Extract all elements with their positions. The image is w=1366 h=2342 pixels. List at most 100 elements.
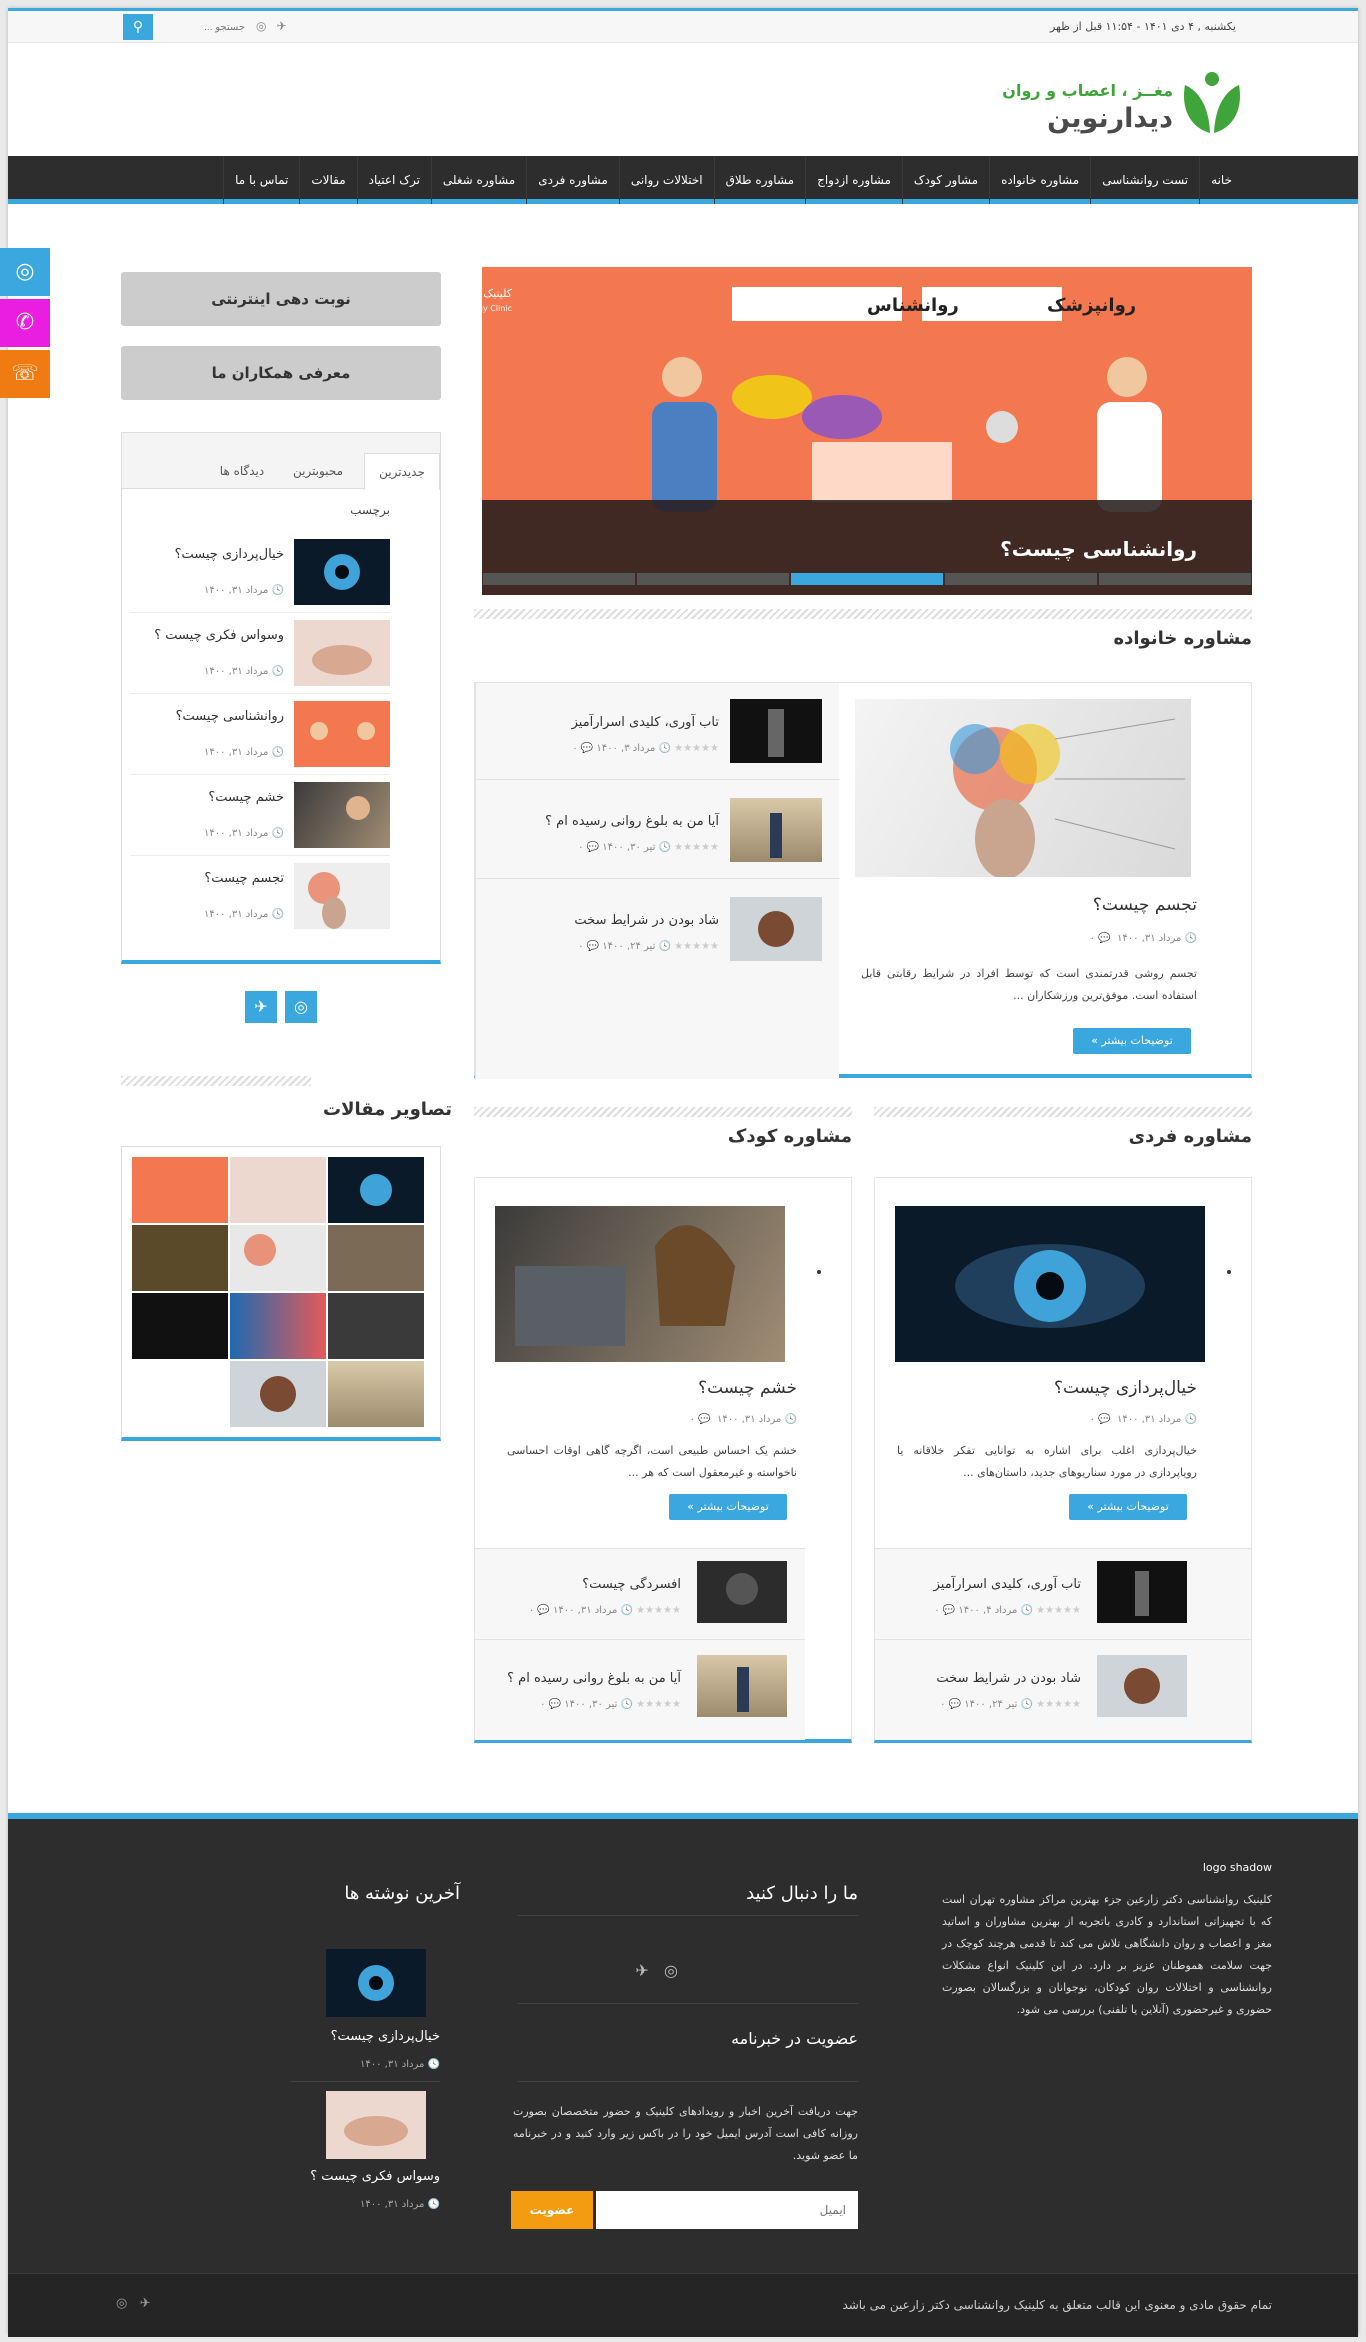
family-list-title-3[interactable]: شاد بودن در شرایط سخت — [574, 913, 719, 928]
nav-addiction[interactable]: ترک اعتیاد — [356, 156, 431, 204]
family-list-title-1[interactable]: تاب آوری، کلیدی اسرارآمیز — [572, 715, 719, 730]
sidebar-post-title[interactable]: خشم چیست؟ — [208, 790, 284, 805]
family-main-title[interactable]: تجسم چیست؟ — [1093, 895, 1197, 915]
instagram-icon[interactable]: ◎ — [0, 248, 50, 296]
sidebar-post-title[interactable]: خیال‌پردازی چیست؟ — [175, 547, 284, 562]
phone-icon[interactable]: ☏ — [0, 350, 50, 398]
nav-career[interactable]: مشاوره شغلی — [430, 156, 526, 204]
pager-dot[interactable] — [1099, 573, 1251, 585]
post-thumb[interactable] — [1097, 1561, 1187, 1623]
tab-comments[interactable]: دیدگاه ها — [204, 453, 280, 489]
child-more-button[interactable]: توضیحات بیشتر » — [669, 1494, 787, 1520]
nav-divorce[interactable]: مشاوره طلاق — [713, 156, 806, 204]
telegram-icon[interactable]: ✈ — [276, 19, 286, 33]
slide-dot[interactable] — [817, 1270, 821, 1274]
sidebar-post[interactable]: وسواس فکری چیست ؟ 🕓 مرداد ۳۱, ۱۴۰۰ — [130, 614, 390, 694]
site-logo[interactable]: مغــز ، اعصاب و روان دیدارنوین — [1002, 61, 1243, 141]
nav-marriage[interactable]: مشاوره ازدواج — [805, 156, 902, 204]
nav-home[interactable]: خانه — [1199, 156, 1243, 204]
post-thumb[interactable] — [294, 539, 390, 605]
gallery-thumb[interactable] — [328, 1361, 424, 1427]
post-thumb[interactable] — [294, 782, 390, 848]
post-thumb[interactable] — [1097, 1655, 1187, 1717]
online-booking-button[interactable]: نوبت دهی اینترنتی — [121, 272, 441, 326]
sidebar-post-title[interactable]: روانشناسی چیست؟ — [176, 709, 284, 724]
nav-psych-test[interactable]: تست روانشناسی — [1090, 156, 1199, 204]
gallery-thumb[interactable] — [230, 1157, 326, 1223]
sidebar-instagram-icon[interactable]: ◎ — [285, 991, 317, 1023]
child-list-title-2[interactable]: آیا من به بلوغ روانی رسیده ام ؟ — [507, 1671, 681, 1686]
sidebar-post[interactable]: تجسم چیست؟ 🕓 مرداد ۳۱, ۱۴۰۰ — [130, 857, 390, 937]
gallery-thumb[interactable] — [230, 1225, 326, 1291]
nav-individual[interactable]: مشاوره فردی — [526, 156, 619, 204]
post-thumb[interactable] — [697, 1655, 787, 1717]
pager-dot[interactable] — [483, 573, 635, 585]
sidebar-post[interactable]: خشم چیست؟ 🕓 مرداد ۳۱, ۱۴۰۰ — [130, 776, 390, 856]
tags-label[interactable]: برچسب — [350, 503, 390, 517]
slider-pager[interactable] — [482, 573, 1252, 585]
footer-post-title[interactable]: وسواس فکری چیست ؟ — [310, 2169, 440, 2184]
sidebar-telegram-icon[interactable]: ✈ — [245, 991, 277, 1023]
individual-main-image[interactable] — [895, 1206, 1205, 1362]
family-more-button[interactable]: توضیحات بیشتر » — [1073, 1028, 1191, 1054]
sidebar-post[interactable]: روانشناسی چیست؟ 🕓 مرداد ۳۱, ۱۴۰۰ — [130, 695, 390, 775]
footer-post-thumb[interactable] — [326, 2091, 426, 2159]
family-heading[interactable]: مشاوره خانواده — [1114, 628, 1252, 649]
instagram-icon[interactable]: ◎ — [256, 19, 266, 33]
footer-logo[interactable]: logo shadow — [1203, 1861, 1272, 1874]
pager-dot[interactable] — [637, 573, 789, 585]
post-thumb[interactable] — [697, 1561, 787, 1623]
individual-list-title-2[interactable]: شاد بودن در شرایط سخت — [936, 1671, 1081, 1686]
gallery-thumb[interactable] — [328, 1157, 424, 1223]
tab-latest[interactable]: جدیدترین — [364, 453, 440, 490]
post-thumb[interactable] — [730, 699, 822, 763]
slider-title[interactable]: روانشناسی چیست؟ — [1000, 537, 1197, 561]
post-thumb[interactable] — [294, 701, 390, 767]
family-list-title-2[interactable]: آیا من به بلوغ روانی رسیده ام ؟ — [545, 814, 719, 829]
sidebar-post-title[interactable]: تجسم چیست؟ — [204, 871, 284, 886]
slide-dot[interactable] — [1227, 1270, 1231, 1274]
gallery-heading[interactable]: تصاویر مقالات — [323, 1099, 452, 1120]
child-heading[interactable]: مشاوره کودک — [728, 1126, 852, 1147]
instagram-icon[interactable]: ◎ — [664, 1961, 678, 1980]
nav-articles[interactable]: مقالات — [299, 156, 356, 204]
individual-list-title-1[interactable]: تاب آوری، کلیدی اسرارآمیز — [934, 1577, 1081, 1592]
subscribe-button[interactable]: عضویت — [511, 2191, 593, 2229]
child-list-title-1[interactable]: افسردگی چیست؟ — [582, 1577, 681, 1592]
post-thumb[interactable] — [730, 897, 822, 961]
nav-child[interactable]: مشاور کودک — [901, 156, 989, 204]
individual-heading[interactable]: مشاوره فردی — [1129, 1126, 1252, 1147]
gallery-thumb[interactable] — [328, 1225, 424, 1291]
gallery-thumb[interactable] — [328, 1293, 424, 1359]
nav-family[interactable]: مشاوره خانواده — [989, 156, 1090, 204]
pager-dot[interactable] — [945, 573, 1097, 585]
newsletter-email-input[interactable] — [596, 2191, 858, 2229]
post-thumb[interactable] — [294, 620, 390, 686]
nav-contact[interactable]: تماس با ما — [223, 156, 299, 204]
instagram-icon[interactable]: ◎ — [116, 2296, 127, 2311]
gallery-thumb[interactable] — [132, 1293, 228, 1359]
tab-popular[interactable]: محبوبترین — [280, 453, 356, 489]
gallery-thumb[interactable] — [132, 1157, 228, 1223]
post-thumb[interactable] — [294, 863, 390, 929]
footer-post-thumb[interactable] — [326, 1949, 426, 2017]
telegram-icon[interactable]: ✈ — [635, 1961, 648, 1980]
child-main-image[interactable] — [495, 1206, 785, 1362]
telegram-icon[interactable]: ✈ — [140, 2296, 151, 2311]
hero-slider[interactable]: کلینیک روانشناسی دکتر زارعین Dr. Zarein … — [482, 267, 1252, 595]
sidebar-post-title[interactable]: وسواس فکری چیست ؟ — [154, 628, 284, 643]
family-main-image[interactable] — [855, 699, 1191, 877]
search-input[interactable] — [155, 17, 245, 37]
sidebar-post[interactable]: خیال‌پردازی چیست؟ 🕓 مرداد ۳۱, ۱۴۰۰ — [130, 533, 390, 613]
gallery-thumb[interactable] — [230, 1293, 326, 1359]
search-button[interactable]: ⚲ — [123, 14, 153, 40]
colleagues-button[interactable]: معرفی همکاران ما — [121, 346, 441, 400]
gallery-thumb[interactable] — [230, 1361, 326, 1427]
individual-main-title[interactable]: خیال‌پردازی چیست؟ — [1054, 1378, 1197, 1398]
child-main-title[interactable]: خشم چیست؟ — [698, 1378, 797, 1398]
footer-post-title[interactable]: خیال‌پردازی چیست؟ — [331, 2029, 440, 2044]
gallery-thumb[interactable] — [132, 1225, 228, 1291]
nav-disorders[interactable]: اختلالات روانی — [618, 156, 714, 204]
pager-dot[interactable] — [791, 573, 943, 585]
whatsapp-icon[interactable]: ✆ — [0, 299, 50, 347]
